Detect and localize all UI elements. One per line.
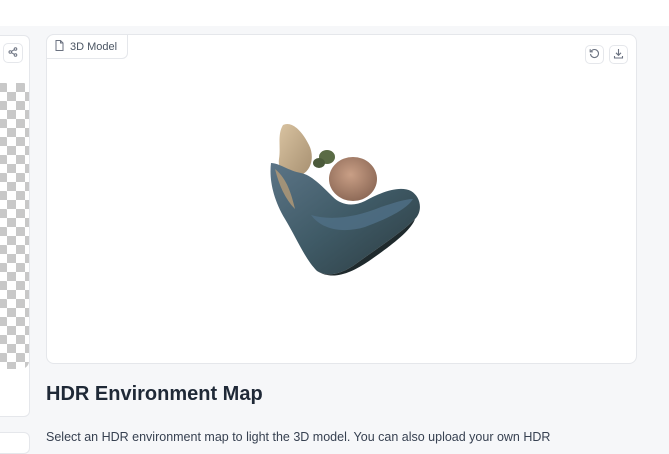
download-button[interactable] — [609, 45, 628, 64]
reset-view-icon — [589, 46, 600, 64]
transparent-image-preview — [0, 83, 29, 369]
download-icon — [613, 46, 624, 64]
reset-view-button[interactable] — [585, 45, 604, 64]
model-3d-viewer[interactable]: 3D Model — [46, 34, 637, 364]
file-icon — [55, 39, 64, 54]
block-label: 3D Model — [46, 34, 129, 59]
share-icon — [8, 44, 18, 62]
left-bottom-panel — [0, 432, 30, 454]
rendered-3d-model[interactable] — [261, 119, 425, 279]
input-image-panel — [0, 35, 30, 417]
section-heading-hdr: HDR Environment Map — [46, 383, 263, 405]
share-button[interactable] — [3, 43, 23, 63]
block-label-text: 3D Model — [70, 40, 118, 53]
top-strip — [0, 0, 669, 26]
